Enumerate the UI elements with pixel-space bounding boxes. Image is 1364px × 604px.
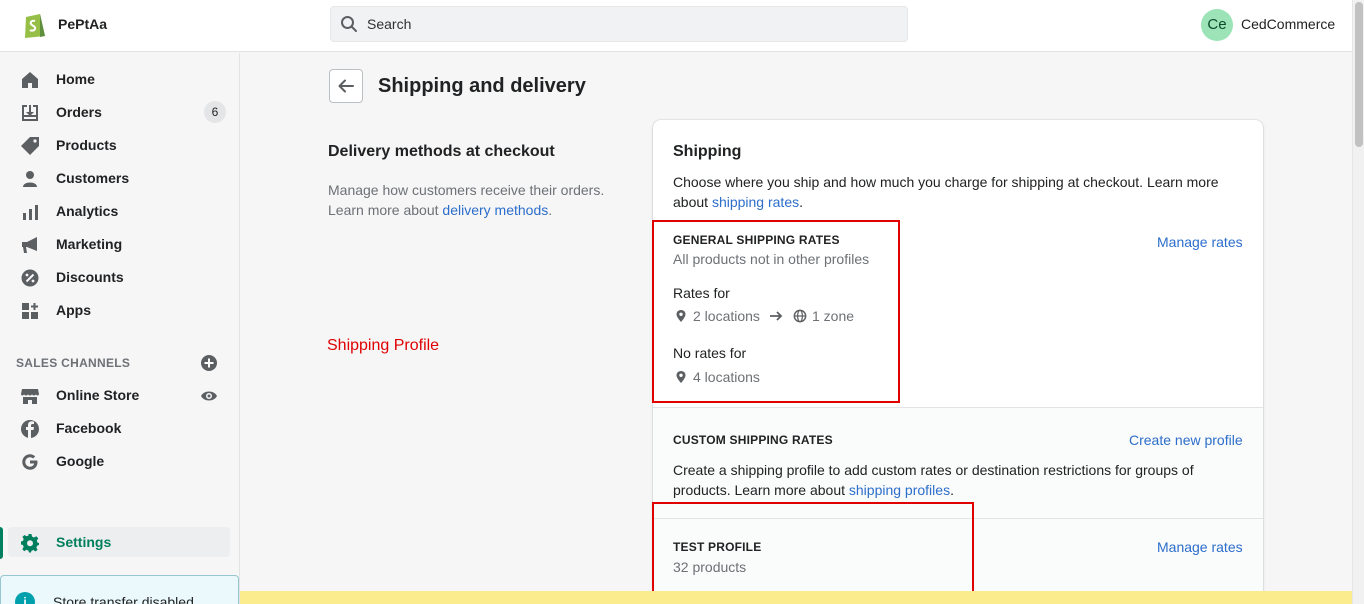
sidebar-item-orders[interactable]: Orders 6 bbox=[8, 97, 230, 127]
test-profile-highlight-box bbox=[652, 502, 974, 602]
create-new-profile-button[interactable]: Create new profile bbox=[1129, 432, 1243, 448]
sidebar-item-label: Marketing bbox=[56, 236, 123, 252]
sidebar-item-discounts[interactable]: Discounts bbox=[8, 262, 230, 292]
scrollbar-thumb[interactable] bbox=[1355, 2, 1363, 147]
store-name[interactable]: PePtAa bbox=[58, 16, 107, 32]
megaphone-icon bbox=[22, 237, 37, 253]
manage-rates-button[interactable]: Manage rates bbox=[1157, 539, 1243, 555]
add-channel-icon[interactable] bbox=[200, 354, 218, 372]
top-bar: PePtAa Search Ce CedCommerce bbox=[0, 0, 1352, 52]
info-icon: i bbox=[15, 592, 35, 604]
period: . bbox=[950, 482, 954, 498]
custom-shipping-heading: CUSTOM SHIPPING RATES bbox=[673, 433, 833, 447]
shipping-profiles-link[interactable]: shipping profiles bbox=[849, 482, 950, 498]
shipping-card-title: Shipping bbox=[673, 143, 742, 160]
period: . bbox=[799, 194, 803, 210]
sidebar-item-marketing[interactable]: Marketing bbox=[8, 229, 230, 259]
active-indicator bbox=[0, 527, 3, 559]
person-icon bbox=[23, 171, 37, 187]
sidebar-item-apps[interactable]: Apps bbox=[8, 295, 230, 325]
sidebar-item-facebook[interactable]: Facebook bbox=[8, 413, 230, 443]
manage-rates-button[interactable]: Manage rates bbox=[1157, 234, 1243, 250]
sidebar-item-label: Discounts bbox=[56, 269, 124, 285]
section-heading: Delivery methods at checkout bbox=[328, 143, 555, 160]
home-icon bbox=[22, 72, 38, 88]
eye-icon[interactable] bbox=[200, 387, 218, 405]
discount-icon bbox=[21, 269, 39, 287]
sidebar-item-settings[interactable]: Settings bbox=[8, 527, 230, 557]
sidebar-item-label: Analytics bbox=[56, 203, 119, 219]
sales-channels-title: SALES CHANNELS bbox=[16, 356, 131, 370]
sidebar-item-products[interactable]: Products bbox=[8, 130, 230, 160]
orders-icon bbox=[22, 105, 38, 121]
gear-icon bbox=[21, 534, 39, 553]
sidebar: Home Orders 6 Products Customers Analyti… bbox=[0, 53, 240, 604]
store-icon bbox=[21, 389, 39, 404]
back-button[interactable] bbox=[329, 69, 363, 103]
sidebar-item-label: Orders bbox=[56, 104, 102, 120]
google-icon bbox=[22, 454, 38, 470]
user-name[interactable]: CedCommerce bbox=[1241, 16, 1335, 32]
avatar[interactable]: Ce bbox=[1201, 9, 1233, 41]
scrollbar[interactable] bbox=[1352, 0, 1364, 604]
sidebar-item-label: Online Store bbox=[56, 387, 140, 403]
sidebar-item-home[interactable]: Home bbox=[8, 64, 230, 94]
search-input[interactable]: Search bbox=[330, 6, 908, 42]
sidebar-item-label: Products bbox=[56, 137, 117, 153]
apps-icon bbox=[22, 303, 38, 319]
notice-banner bbox=[240, 591, 1352, 604]
shipping-profile-annotation: Shipping Profile bbox=[327, 337, 440, 354]
sidebar-item-label: Home bbox=[56, 71, 95, 87]
sidebar-item-online-store[interactable]: Online Store bbox=[8, 380, 230, 410]
search-placeholder: Search bbox=[367, 16, 412, 32]
section-desc-line2: Learn more about bbox=[328, 202, 439, 218]
facebook-icon bbox=[21, 420, 39, 438]
arrow-left-icon bbox=[338, 79, 354, 93]
tag-icon bbox=[21, 137, 39, 155]
sidebar-item-label: Google bbox=[56, 453, 105, 469]
transfer-notice-text: Store transfer disabled bbox=[53, 594, 194, 604]
period: . bbox=[548, 202, 553, 218]
sidebar-item-customers[interactable]: Customers bbox=[8, 163, 230, 193]
sidebar-item-label: Settings bbox=[56, 534, 112, 550]
sidebar-item-label: Apps bbox=[56, 302, 91, 318]
custom-shipping-description: Create a shipping profile to add custom … bbox=[673, 460, 1233, 500]
orders-count-badge: 6 bbox=[204, 101, 226, 123]
sidebar-item-label: Customers bbox=[56, 170, 130, 186]
shipping-rates-link[interactable]: shipping rates bbox=[712, 194, 799, 210]
bar-chart-icon bbox=[23, 205, 38, 220]
general-rates-highlight-box bbox=[652, 220, 900, 403]
page-title: Shipping and delivery bbox=[378, 75, 586, 97]
section-desc-line1: Manage how customers receive their order… bbox=[328, 182, 605, 198]
section-description: Manage how customers receive their order… bbox=[328, 180, 628, 220]
sidebar-item-analytics[interactable]: Analytics bbox=[8, 196, 230, 226]
search-icon bbox=[341, 16, 357, 32]
shopify-logo-icon[interactable] bbox=[22, 11, 48, 39]
shipping-card-description: Choose where you ship and how much you c… bbox=[673, 172, 1243, 212]
store-transfer-notice: i Store transfer disabled bbox=[0, 575, 239, 604]
delivery-methods-link[interactable]: delivery methods bbox=[442, 202, 548, 218]
sidebar-item-google[interactable]: Google bbox=[8, 446, 230, 476]
sidebar-item-label: Facebook bbox=[56, 420, 122, 436]
